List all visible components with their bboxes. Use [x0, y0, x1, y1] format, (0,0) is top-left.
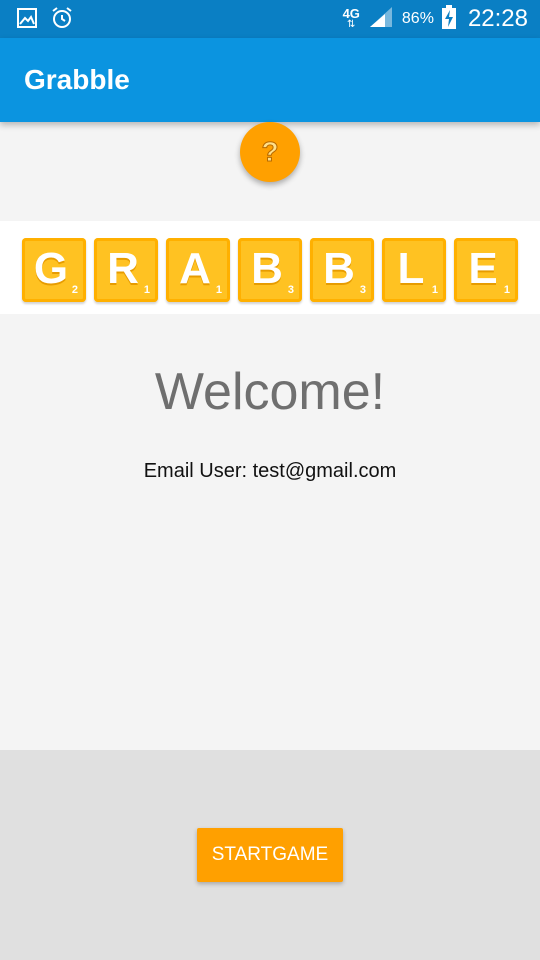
- app-title: Grabble: [24, 64, 130, 95]
- letter-tile: B 3: [238, 238, 302, 302]
- start-game-button[interactable]: STARTGAME: [197, 828, 343, 882]
- tile-score: 1: [143, 284, 150, 296]
- letter-tile: E 1: [454, 238, 518, 302]
- tile-score: 1: [503, 284, 510, 296]
- tile-score: 3: [287, 284, 294, 296]
- letter-tile: G 2: [22, 238, 86, 302]
- tile-score: 1: [215, 284, 222, 296]
- tile-score: 2: [71, 284, 78, 296]
- gallery-icon: [16, 7, 38, 34]
- battery-charging-icon: [441, 4, 456, 34]
- help-icon: ?: [261, 136, 279, 168]
- logo-tiles: G 2 R 1 A 1 B 3 B 3 L 1 E 1: [22, 238, 518, 302]
- user-email-text: Email User: test@gmail.com: [143, 460, 397, 482]
- status-bar: 4G ⇅ 86% 22:28: [0, 0, 540, 38]
- tile-score: 3: [359, 284, 366, 296]
- welcome-heading: Welcome!: [154, 363, 386, 421]
- network-type: 4G ⇅: [343, 7, 360, 30]
- alarm-icon: [50, 6, 74, 35]
- bottom-panel: STARTGAME: [0, 750, 540, 960]
- letter-tile: A 1: [166, 238, 230, 302]
- clock: 22:28: [467, 5, 528, 32]
- help-button[interactable]: ?: [240, 122, 300, 182]
- letter-tile: R 1: [94, 238, 158, 302]
- letter-tile: L 1: [382, 238, 446, 302]
- letter-tile: B 3: [310, 238, 374, 302]
- signal-icon: [368, 5, 394, 34]
- status-left-icons: [16, 6, 74, 35]
- status-right-icons: 4G ⇅ 86% 22:28: [343, 0, 528, 38]
- grabble-logo: G 2 R 1 A 1 B 3 B 3 L 1 E 1: [0, 221, 540, 314]
- battery-percent: 86%: [401, 10, 434, 27]
- tile-score: 1: [431, 284, 438, 296]
- app-bar: Grabble: [0, 38, 540, 122]
